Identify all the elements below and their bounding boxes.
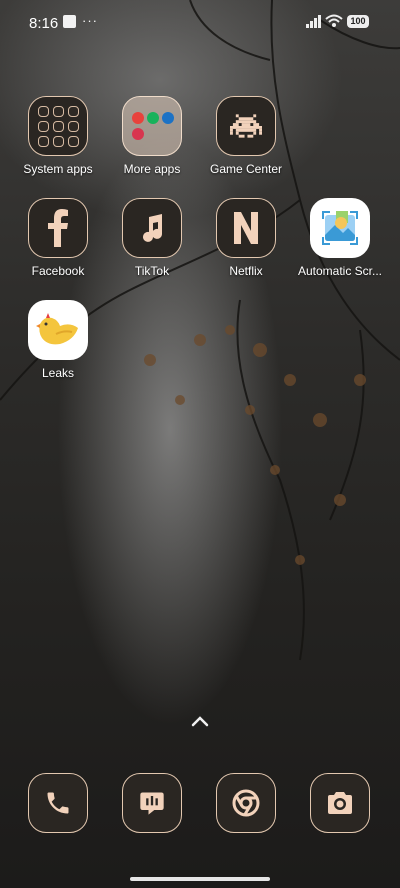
app-label: Leaks [41, 366, 75, 380]
notification-icon [63, 15, 76, 28]
phone-icon[interactable] [28, 773, 88, 833]
chrome-icon[interactable] [216, 773, 276, 833]
system-apps-folder-icon[interactable] [28, 96, 88, 156]
wifi-icon [325, 14, 343, 27]
netflix-icon[interactable] [216, 198, 276, 258]
game-center-icon[interactable] [216, 96, 276, 156]
app-facebook[interactable]: Facebook [11, 198, 105, 278]
tiktok-icon[interactable] [122, 198, 182, 258]
messages-icon[interactable] [122, 773, 182, 833]
app-netflix[interactable]: Netflix [199, 198, 293, 278]
app-system-apps[interactable]: System apps [11, 96, 105, 176]
app-more-apps[interactable]: More apps [105, 96, 199, 176]
facebook-icon[interactable] [28, 198, 88, 258]
app-label: Netflix [229, 264, 263, 278]
automatic-screenshot-icon[interactable] [310, 198, 370, 258]
app-drawer-arrow-icon[interactable] [191, 715, 209, 727]
status-bar: 8:16 ··· 100 [0, 0, 400, 44]
leaks-bird-icon[interactable] [28, 300, 88, 360]
camera-icon[interactable] [310, 773, 370, 833]
more-notifications-icon: ··· [82, 13, 98, 28]
app-game-center[interactable]: Game Center [199, 96, 293, 176]
signal-icon [306, 15, 321, 28]
app-leaks[interactable]: Leaks [11, 300, 105, 380]
app-label: Automatic Scr... [297, 264, 383, 278]
battery-icon: 100 [347, 15, 369, 28]
app-label: More apps [123, 162, 181, 176]
app-label: Facebook [31, 264, 85, 278]
app-label: System apps [23, 162, 93, 176]
app-label: TikTok [134, 264, 170, 278]
clock-time: 8:16 [29, 15, 59, 32]
app-automatic-screenshot[interactable]: Automatic Scr... [293, 198, 387, 278]
app-tiktok[interactable]: TikTok [105, 198, 199, 278]
app-label: Game Center [209, 162, 283, 176]
home-indicator[interactable] [130, 877, 270, 881]
more-apps-folder-icon[interactable] [122, 96, 182, 156]
